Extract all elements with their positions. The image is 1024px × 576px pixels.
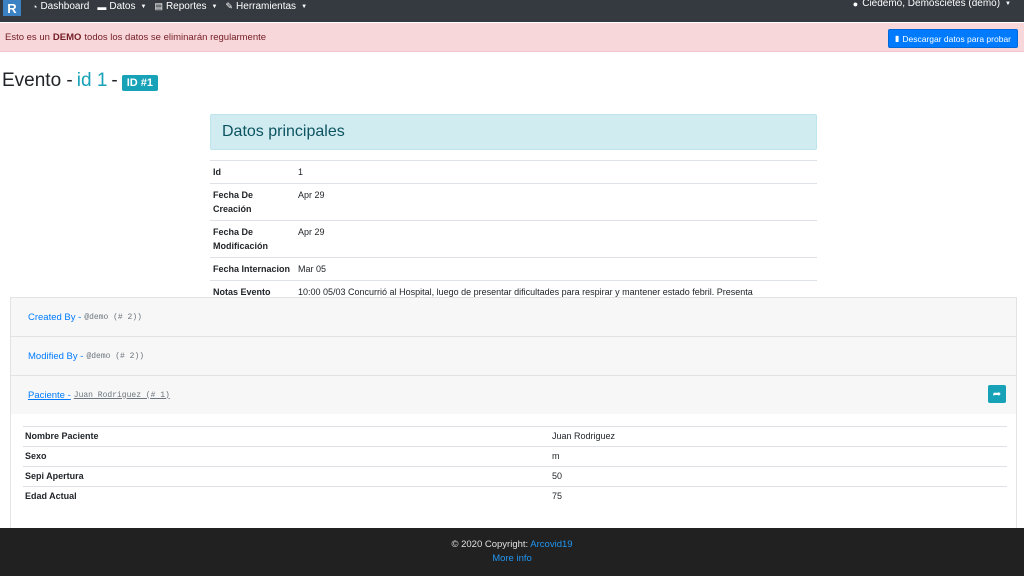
row-key: Edad Actual <box>23 486 550 506</box>
patient-panel: Paciente - Juan Rodriguez (# 1) ➦ <box>10 375 1017 415</box>
logo-icon: R <box>3 0 21 16</box>
modified-by-user: @demo (# 2)) <box>86 351 145 361</box>
created-by-panel: Created By - @demo (# 2)) <box>10 297 1017 337</box>
row-key: Id <box>210 160 295 184</box>
created-by-user: @demo (# 2)) <box>84 312 142 322</box>
caret-down-icon: ▼ <box>140 3 147 10</box>
share-icon: ➦ <box>992 388 1002 400</box>
row-value: 1 <box>295 160 817 184</box>
table-row: Edad Actual 75 <box>23 486 1007 506</box>
nav-menu: ◔ Dashboard ▬ Datos ▼ ▤ Reportes ▼ ✎ Her… <box>32 1 315 12</box>
row-value: m <box>550 446 1007 467</box>
open-patient-button[interactable]: ➦ <box>988 385 1006 403</box>
modified-by-panel: Modified By - @demo (# 2)) <box>10 336 1017 376</box>
row-key: Fecha De Modificación <box>210 220 295 258</box>
svg-text:R: R <box>7 1 17 16</box>
wrench-icon: ✎ <box>225 1 234 11</box>
nav-item-label: Dashboard <box>40 1 90 12</box>
table-row: Sexo m <box>23 446 1007 467</box>
alert-text-bold: DEMO <box>52 31 82 43</box>
nav-item-datos[interactable]: ▬ Datos ▼ <box>97 1 146 12</box>
modified-by-label[interactable]: Modified By - <box>28 351 83 362</box>
row-key: Sepi Apertura <box>23 466 550 487</box>
main-data-table: Id 1 Fecha De Creación Apr 29 Fecha De M… <box>210 160 817 317</box>
table-row: Sepi Apertura 50 <box>23 466 1007 487</box>
top-navbar: R ◔ Dashboard ▬ Datos ▼ ▤ Reportes ▼ ✎ H… <box>0 0 1024 22</box>
folder-icon: ▬ <box>97 1 107 12</box>
patient-details: Nombre Paciente Juan Rodriguez Sexo m Se… <box>10 414 1017 528</box>
title-separator: - <box>111 70 118 91</box>
page-title: Evento - id 1 - ID #1 <box>2 70 159 92</box>
row-key: Nombre Paciente <box>23 426 550 447</box>
user-name: Ciedemo, Demoscietes (demo) <box>862 0 1001 9</box>
footer-brand-link[interactable]: Arcovid19 <box>530 539 572 550</box>
dashboard-icon: ◔ <box>32 1 38 12</box>
alert-text-before: Esto es un <box>5 31 50 43</box>
patient-label[interactable]: Paciente - <box>28 390 71 401</box>
footer-copyright: © 2020 Copyright: Arcovid19 <box>0 539 1024 550</box>
caret-down-icon: ▼ <box>211 3 218 10</box>
table-row: Nombre Paciente Juan Rodriguez <box>23 426 1007 447</box>
main-data-title: Datos principales <box>222 123 345 140</box>
nav-item-label: Herramientas <box>236 1 297 12</box>
nav-item-label: Datos <box>109 1 136 12</box>
row-value: Apr 29 <box>295 183 817 221</box>
patient-header[interactable]: Paciente - Juan Rodriguez (# 1) <box>11 376 1016 414</box>
user-menu[interactable]: ● Ciedemo, Demoscietes (demo) ▼ <box>853 0 1011 9</box>
copyright-text: © 2020 Copyright: <box>451 539 529 550</box>
row-value: 50 <box>550 466 1007 487</box>
footer-more: More info <box>0 553 1024 564</box>
download-data-button[interactable]: ▮ Descargar datos para probar <box>887 29 1018 48</box>
user-icon: ● <box>852 0 859 9</box>
title-prefix: Evento - <box>2 70 73 91</box>
nav-item-herramientas[interactable]: ✎ Herramientas ▼ <box>225 1 307 12</box>
id-badge: ID #1 <box>121 74 159 91</box>
report-icon: ▤ <box>154 1 163 11</box>
caret-down-icon: ▼ <box>1005 0 1011 7</box>
footer: © 2020 Copyright: Arcovid19 More info <box>0 528 1024 576</box>
row-value: 75 <box>550 486 1007 506</box>
download-button-label: Descargar datos para probar <box>902 33 1011 44</box>
nav-item-dashboard[interactable]: ◔ Dashboard <box>32 1 89 12</box>
patient-table: Nombre Paciente Juan Rodriguez Sexo m Se… <box>23 426 1007 506</box>
patient-user[interactable]: Juan Rodriguez (# 1) <box>74 391 170 400</box>
brand-logo[interactable]: R <box>2 0 22 18</box>
table-row: Fecha De Modificación Apr 29 <box>210 220 817 258</box>
row-value: Juan Rodriguez <box>550 426 1007 447</box>
created-by-header[interactable]: Created By - @demo (# 2)) <box>11 298 1016 336</box>
file-icon: ▮ <box>894 34 900 43</box>
table-row: Fecha De Creación Apr 29 <box>210 183 817 221</box>
row-key: Sexo <box>23 446 550 467</box>
modified-by-header[interactable]: Modified By - @demo (# 2)) <box>11 337 1016 375</box>
nav-item-label: Reportes <box>165 1 207 12</box>
caret-down-icon: ▼ <box>301 3 308 10</box>
demo-alert: Esto es un DEMO todos los datos se elimi… <box>0 23 1024 52</box>
table-row: Id 1 <box>210 160 817 184</box>
created-by-label[interactable]: Created By - <box>28 312 81 323</box>
nav-item-reportes[interactable]: ▤ Reportes ▼ <box>154 1 217 12</box>
row-key: Fecha Internacion <box>210 257 295 281</box>
more-info-link[interactable]: More info <box>492 553 532 564</box>
row-value: Apr 29 <box>295 220 817 258</box>
row-key: Fecha De Creación <box>210 183 295 221</box>
table-row: Fecha Internacion Mar 05 <box>210 257 817 281</box>
alert-text-after: todos los datos se eliminarán regularmen… <box>84 31 267 43</box>
title-accent: id 1 <box>76 70 108 91</box>
main-data-header: Datos principales <box>210 114 817 150</box>
row-value: Mar 05 <box>295 257 817 281</box>
